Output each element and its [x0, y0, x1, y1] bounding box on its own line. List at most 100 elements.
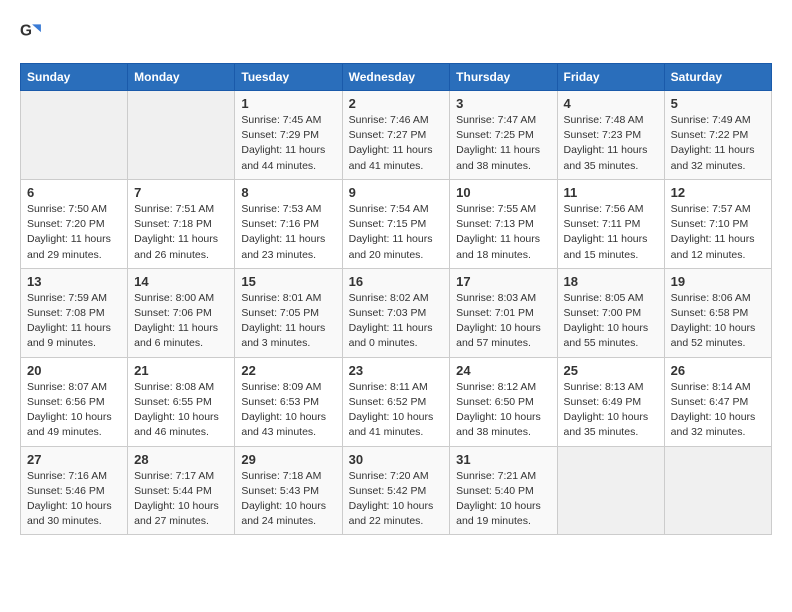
- day-number: 1: [241, 96, 335, 111]
- calendar-cell: 8Sunrise: 7:53 AM Sunset: 7:16 PM Daylig…: [235, 179, 342, 268]
- day-detail: Sunrise: 8:12 AM Sunset: 6:50 PM Dayligh…: [456, 380, 550, 441]
- calendar-cell: 23 Sunrise: 8:11 AM Sunset: 6:52 PM Dayli…: [342, 357, 450, 446]
- calendar-cell: 27Sunrise: 7:16 AM Sunset: 5:46 PM Dayli…: [21, 446, 128, 535]
- day-number: 20: [27, 363, 121, 378]
- logo-icon: G: [20, 20, 42, 47]
- calendar-cell: 7 Sunrise: 7:51 AM Sunset: 7:18 PM Daylig…: [128, 179, 235, 268]
- day-number: 23: [349, 363, 444, 378]
- calendar-week-4: 20 Sunrise: 8:07 AM Sunset: 6:56 PM Dayli…: [21, 357, 772, 446]
- day-detail: Sunrise: 7:18 AM Sunset: 5:43 PM Dayligh…: [241, 469, 335, 530]
- day-number: 22: [241, 363, 335, 378]
- calendar-cell: [128, 91, 235, 180]
- calendar-header-row: SundayMondayTuesdayWednesdayThursdayFrid…: [21, 64, 772, 91]
- day-detail: Sunrise: 7:51 AM Sunset: 7:18 PM Dayligh…: [134, 202, 228, 263]
- calendar-week-3: 13 Sunrise: 7:59 AM Sunset: 7:08 PM Dayli…: [21, 268, 772, 357]
- day-number: 15: [241, 274, 335, 289]
- calendar-cell: 26Sunrise: 8:14 AM Sunset: 6:47 PM Dayli…: [664, 357, 771, 446]
- day-detail: Sunrise: 7:56 AM Sunset: 7:11 PM Dayligh…: [564, 202, 658, 263]
- day-detail: Sunrise: 8:07 AM Sunset: 6:56 PM Dayligh…: [27, 380, 121, 441]
- calendar-cell: 3Sunrise: 7:47 AM Sunset: 7:25 PM Daylig…: [450, 91, 557, 180]
- day-detail: Sunrise: 8:01 AM Sunset: 7:05 PM Dayligh…: [241, 291, 335, 352]
- column-header-sunday: Sunday: [21, 64, 128, 91]
- day-number: 24: [456, 363, 550, 378]
- day-detail: Sunrise: 7:46 AM Sunset: 7:27 PM Dayligh…: [349, 113, 444, 174]
- calendar-cell: [557, 446, 664, 535]
- day-detail: Sunrise: 7:55 AM Sunset: 7:13 PM Dayligh…: [456, 202, 550, 263]
- calendar-cell: 22 Sunrise: 8:09 AM Sunset: 6:53 PM Dayli…: [235, 357, 342, 446]
- calendar-cell: 6 Sunrise: 7:50 AM Sunset: 7:20 PM Daylig…: [21, 179, 128, 268]
- day-number: 19: [671, 274, 765, 289]
- day-detail: Sunrise: 8:06 AM Sunset: 6:58 PM Dayligh…: [671, 291, 765, 352]
- day-number: 30: [349, 452, 444, 467]
- svg-text:G: G: [20, 22, 32, 39]
- day-number: 18: [564, 274, 658, 289]
- calendar-cell: 16 Sunrise: 8:02 AM Sunset: 7:03 PM Dayli…: [342, 268, 450, 357]
- day-number: 28: [134, 452, 228, 467]
- calendar-cell: 2 Sunrise: 7:46 AM Sunset: 7:27 PM Daylig…: [342, 91, 450, 180]
- day-detail: Sunrise: 7:50 AM Sunset: 7:20 PM Dayligh…: [27, 202, 121, 263]
- day-detail: Sunrise: 8:02 AM Sunset: 7:03 PM Dayligh…: [349, 291, 444, 352]
- day-number: 5: [671, 96, 765, 111]
- calendar-cell: [664, 446, 771, 535]
- calendar-cell: 31 Sunrise: 7:21 AM Sunset: 5:40 PM Dayli…: [450, 446, 557, 535]
- day-number: 16: [349, 274, 444, 289]
- calendar-table: SundayMondayTuesdayWednesdayThursdayFrid…: [20, 63, 772, 535]
- calendar-cell: 15 Sunrise: 8:01 AM Sunset: 7:05 PM Dayli…: [235, 268, 342, 357]
- day-number: 6: [27, 185, 121, 200]
- calendar-cell: 17Sunrise: 8:03 AM Sunset: 7:01 PM Dayli…: [450, 268, 557, 357]
- day-number: 14: [134, 274, 228, 289]
- day-detail: Sunrise: 8:09 AM Sunset: 6:53 PM Dayligh…: [241, 380, 335, 441]
- day-detail: Sunrise: 8:11 AM Sunset: 6:52 PM Dayligh…: [349, 380, 444, 441]
- calendar-cell: 29 Sunrise: 7:18 AM Sunset: 5:43 PM Dayli…: [235, 446, 342, 535]
- calendar-week-2: 6 Sunrise: 7:50 AM Sunset: 7:20 PM Daylig…: [21, 179, 772, 268]
- calendar-week-1: 1 Sunrise: 7:45 AM Sunset: 7:29 PM Daylig…: [21, 91, 772, 180]
- day-number: 29: [241, 452, 335, 467]
- calendar-cell: 30 Sunrise: 7:20 AM Sunset: 5:42 PM Dayli…: [342, 446, 450, 535]
- day-detail: Sunrise: 7:47 AM Sunset: 7:25 PM Dayligh…: [456, 113, 550, 174]
- day-number: 11: [564, 185, 658, 200]
- calendar-cell: 1 Sunrise: 7:45 AM Sunset: 7:29 PM Daylig…: [235, 91, 342, 180]
- day-detail: Sunrise: 7:48 AM Sunset: 7:23 PM Dayligh…: [564, 113, 658, 174]
- day-detail: Sunrise: 7:54 AM Sunset: 7:15 PM Dayligh…: [349, 202, 444, 263]
- column-header-tuesday: Tuesday: [235, 64, 342, 91]
- calendar-cell: 18 Sunrise: 8:05 AM Sunset: 7:00 PM Dayli…: [557, 268, 664, 357]
- day-number: 26: [671, 363, 765, 378]
- day-number: 25: [564, 363, 658, 378]
- day-number: 9: [349, 185, 444, 200]
- calendar-cell: 28 Sunrise: 7:17 AM Sunset: 5:44 PM Dayli…: [128, 446, 235, 535]
- day-number: 2: [349, 96, 444, 111]
- calendar-cell: 20 Sunrise: 8:07 AM Sunset: 6:56 PM Dayli…: [21, 357, 128, 446]
- day-number: 7: [134, 185, 228, 200]
- calendar-cell: 19 Sunrise: 8:06 AM Sunset: 6:58 PM Dayli…: [664, 268, 771, 357]
- day-number: 13: [27, 274, 121, 289]
- day-detail: Sunrise: 7:59 AM Sunset: 7:08 PM Dayligh…: [27, 291, 121, 352]
- day-detail: Sunrise: 7:49 AM Sunset: 7:22 PM Dayligh…: [671, 113, 765, 174]
- day-detail: Sunrise: 7:21 AM Sunset: 5:40 PM Dayligh…: [456, 469, 550, 530]
- day-detail: Sunrise: 7:45 AM Sunset: 7:29 PM Dayligh…: [241, 113, 335, 174]
- calendar-cell: 9 Sunrise: 7:54 AM Sunset: 7:15 PM Daylig…: [342, 179, 450, 268]
- day-detail: Sunrise: 7:57 AM Sunset: 7:10 PM Dayligh…: [671, 202, 765, 263]
- calendar-cell: 12Sunrise: 7:57 AM Sunset: 7:10 PM Dayli…: [664, 179, 771, 268]
- calendar-cell: 10Sunrise: 7:55 AM Sunset: 7:13 PM Dayli…: [450, 179, 557, 268]
- day-detail: Sunrise: 8:05 AM Sunset: 7:00 PM Dayligh…: [564, 291, 658, 352]
- page-header: G: [20, 20, 772, 47]
- column-header-saturday: Saturday: [664, 64, 771, 91]
- day-detail: Sunrise: 7:16 AM Sunset: 5:46 PM Dayligh…: [27, 469, 121, 530]
- column-header-thursday: Thursday: [450, 64, 557, 91]
- column-header-monday: Monday: [128, 64, 235, 91]
- day-number: 31: [456, 452, 550, 467]
- column-header-wednesday: Wednesday: [342, 64, 450, 91]
- day-detail: Sunrise: 8:00 AM Sunset: 7:06 PM Dayligh…: [134, 291, 228, 352]
- day-number: 17: [456, 274, 550, 289]
- calendar-cell: 13 Sunrise: 7:59 AM Sunset: 7:08 PM Dayli…: [21, 268, 128, 357]
- day-detail: Sunrise: 7:20 AM Sunset: 5:42 PM Dayligh…: [349, 469, 444, 530]
- day-detail: Sunrise: 8:13 AM Sunset: 6:49 PM Dayligh…: [564, 380, 658, 441]
- calendar-cell: [21, 91, 128, 180]
- calendar-cell: 11 Sunrise: 7:56 AM Sunset: 7:11 PM Dayli…: [557, 179, 664, 268]
- day-number: 4: [564, 96, 658, 111]
- calendar-cell: 21Sunrise: 8:08 AM Sunset: 6:55 PM Dayli…: [128, 357, 235, 446]
- column-header-friday: Friday: [557, 64, 664, 91]
- calendar-cell: 4 Sunrise: 7:48 AM Sunset: 7:23 PM Daylig…: [557, 91, 664, 180]
- day-detail: Sunrise: 7:17 AM Sunset: 5:44 PM Dayligh…: [134, 469, 228, 530]
- day-number: 21: [134, 363, 228, 378]
